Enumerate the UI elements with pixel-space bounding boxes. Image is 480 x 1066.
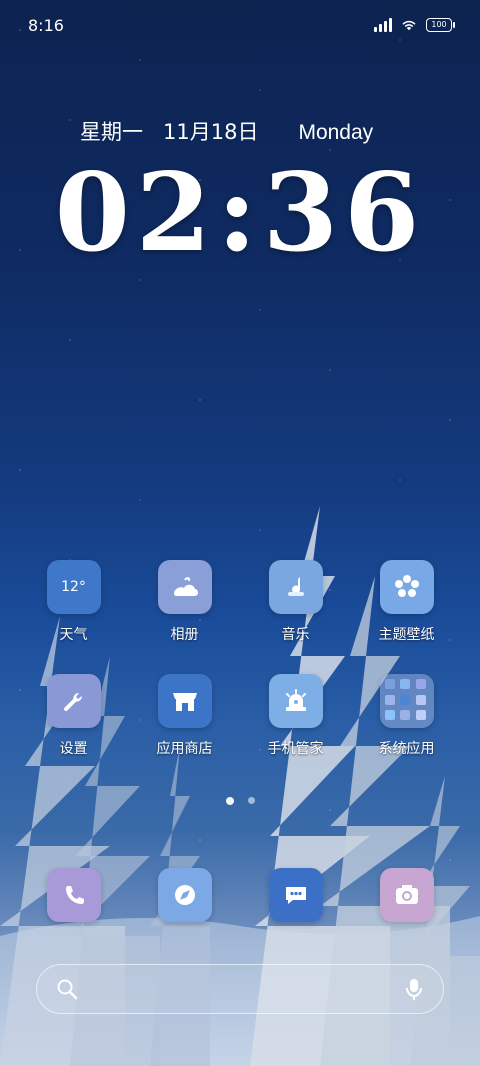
weather-icon: 12°	[46, 560, 101, 614]
search-icon[interactable]	[55, 977, 79, 1001]
dock	[18, 868, 462, 922]
app-gallery[interactable]: 相册	[129, 560, 240, 644]
phone-icon	[46, 868, 101, 922]
page-dot	[247, 797, 255, 804]
page-dot-active	[225, 797, 234, 805]
app-folder-system[interactable]: 系统应用	[351, 674, 462, 758]
app-settings[interactable]: 设置	[18, 674, 129, 758]
app-store[interactable]: 应用商店	[129, 674, 240, 758]
app-label: 应用商店	[156, 741, 213, 757]
app-store-icon	[157, 674, 212, 728]
home-screen: 8:16 100 星期一 11月18日 Monday 02:36 12° 天气 …	[0, 0, 480, 1066]
dock-browser[interactable]	[129, 868, 240, 922]
date-row: 星期一 11月18日 Monday	[80, 116, 420, 146]
app-label: 主题壁纸	[378, 627, 435, 643]
status-bar: 8:16 100	[0, 0, 480, 50]
dock-phone[interactable]	[18, 868, 129, 922]
weekday-cn: 星期一	[80, 120, 143, 144]
camera-icon	[379, 868, 434, 922]
app-label: 系统应用	[378, 741, 435, 757]
weather-temp: 12°	[61, 579, 86, 595]
messages-icon	[268, 868, 323, 922]
app-security[interactable]: 手机管家	[240, 674, 351, 758]
clock-widget[interactable]: 02:36	[50, 150, 430, 276]
status-time: 8:16	[28, 15, 64, 35]
folder-icon	[379, 674, 434, 728]
browser-icon	[157, 868, 212, 922]
status-icons: 100	[374, 18, 455, 32]
clock-time: 02:36	[54, 150, 426, 276]
app-weather[interactable]: 12° 天气	[18, 560, 129, 644]
app-music[interactable]: 音乐	[240, 560, 351, 644]
settings-icon	[46, 674, 101, 728]
battery-level: 100	[431, 20, 447, 29]
theme-icon	[379, 560, 434, 614]
battery-icon: 100	[426, 18, 455, 32]
app-label: 相册	[170, 627, 199, 643]
app-grid: 12° 天气 相册 音乐 主题壁纸 设置 应用商店 手机管家 系统应用	[18, 560, 462, 758]
gallery-icon	[157, 560, 212, 614]
app-label: 音乐	[281, 627, 310, 643]
wifi-icon	[402, 20, 416, 31]
dock-messages[interactable]	[240, 868, 351, 922]
signal-icon	[374, 18, 392, 32]
date-cn: 11月18日	[163, 120, 259, 144]
security-icon	[268, 674, 323, 728]
microphone-icon[interactable]	[403, 977, 425, 1001]
search-bar[interactable]	[36, 964, 444, 1014]
dock-camera[interactable]	[351, 868, 462, 922]
music-icon	[268, 560, 323, 614]
app-label: 天气	[59, 627, 88, 643]
folder-preview	[384, 679, 429, 723]
app-label: 手机管家	[267, 741, 324, 757]
app-theme[interactable]: 主题壁纸	[351, 560, 462, 644]
weekday-en: Monday	[298, 121, 374, 144]
page-indicator[interactable]	[0, 797, 480, 805]
app-label: 设置	[59, 741, 88, 757]
